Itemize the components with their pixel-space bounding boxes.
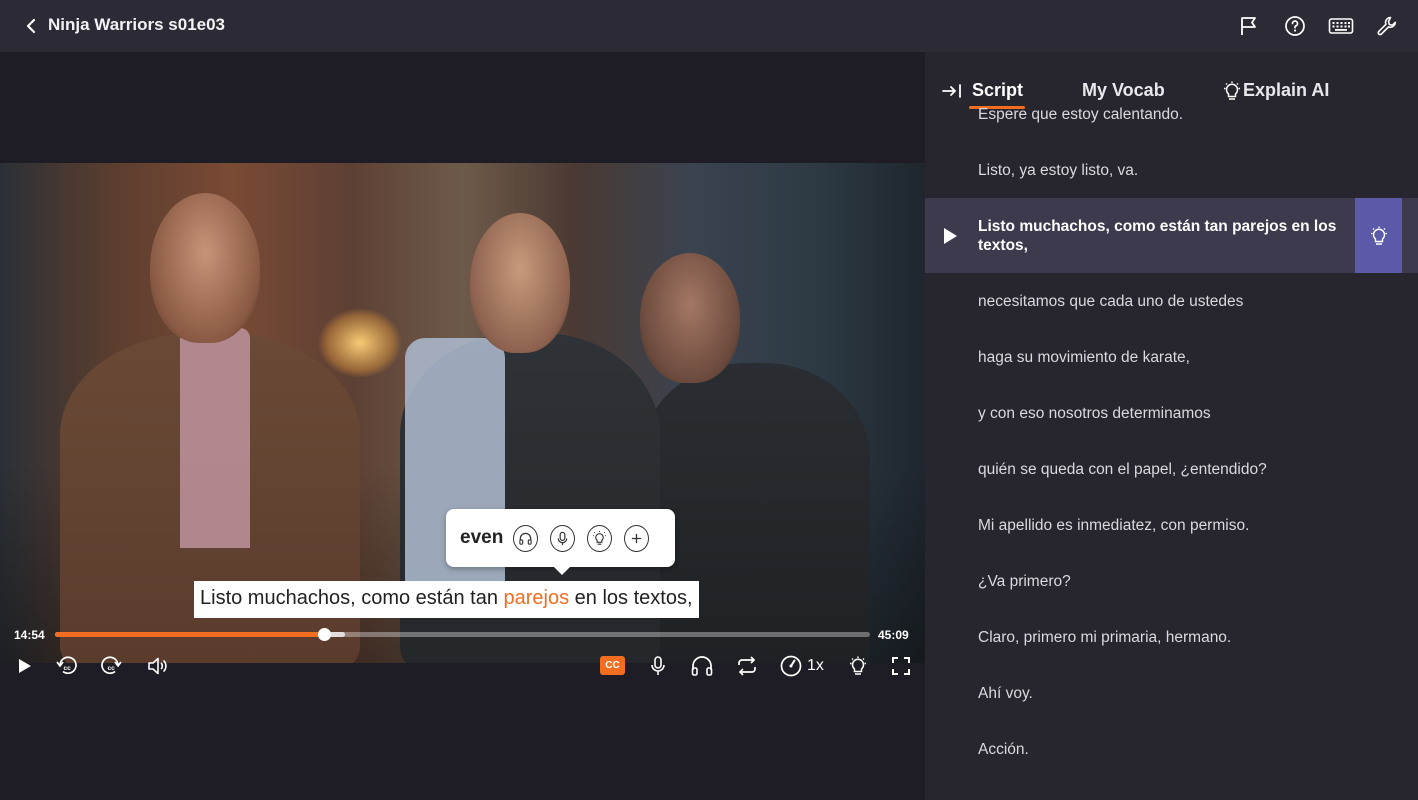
word-popup: even <box>446 509 675 575</box>
tab-my-vocab[interactable]: My Vocab <box>1082 80 1165 101</box>
svg-text:cc: cc <box>108 665 116 672</box>
forward-cc-icon[interactable]: cc <box>98 653 124 679</box>
top-bar: Ninja Warriors s01e03 <box>0 0 1418 52</box>
popup-word: even <box>460 527 504 548</box>
tab-script[interactable]: Script <box>972 80 1023 101</box>
back-arrow-icon[interactable] <box>22 16 42 36</box>
head-center <box>470 213 570 353</box>
progress-fill <box>55 632 324 637</box>
wrench-icon[interactable] <box>1374 13 1400 39</box>
script-line[interactable]: Espere que estoy calentando. <box>925 106 1418 126</box>
top-toolbar <box>1236 13 1400 39</box>
script-line-active[interactable]: Listo muchachos, como están tan parejos … <box>925 198 1418 273</box>
subtitle-bar[interactable]: Listo muchachos, como están tan parejos … <box>194 581 699 618</box>
keyboard-icon[interactable] <box>1328 13 1354 39</box>
bulb-icon[interactable] <box>845 653 871 679</box>
volume-icon[interactable] <box>145 653 171 679</box>
rewind-cc-icon[interactable]: cc <box>54 653 80 679</box>
help-icon[interactable] <box>1282 13 1308 39</box>
flag-icon[interactable] <box>1236 13 1262 39</box>
script-line[interactable]: Ahí voy. <box>925 685 1418 705</box>
shirt-left <box>180 328 250 548</box>
speed-label[interactable]: 1x <box>807 657 824 675</box>
explain-line-button[interactable] <box>1355 198 1402 273</box>
explain-ai-bulb-icon[interactable] <box>1221 80 1243 102</box>
play-icon[interactable] <box>11 653 37 679</box>
loop-icon[interactable] <box>734 653 760 679</box>
svg-text:cc: cc <box>64 665 72 672</box>
script-line[interactable]: haga su movimiento de karate, <box>925 349 1418 369</box>
script-line[interactable]: ¿Va primero? <box>925 573 1418 593</box>
current-time: 14:54 <box>14 628 45 642</box>
head-left <box>150 193 260 343</box>
script-line[interactable]: Listo, ya estoy listo, va. <box>925 162 1418 182</box>
script-line-active-text[interactable]: Listo muchachos, como están tan parejos … <box>978 218 1336 254</box>
subtitle-text-before[interactable]: Listo muchachos, como están tan <box>200 587 504 609</box>
headphones-icon[interactable] <box>513 524 539 552</box>
bulb-icon <box>1370 226 1387 245</box>
camera-operator <box>640 363 870 663</box>
script-line[interactable]: y con eso nosotros determinamos <box>925 405 1418 425</box>
fullscreen-icon[interactable] <box>888 653 914 679</box>
script-line[interactable]: Mi apellido es inmediatez, con permiso. <box>925 517 1418 537</box>
subtitle-text-after[interactable]: en los textos, <box>569 587 693 609</box>
play-line-icon[interactable] <box>941 226 959 246</box>
plus-icon[interactable] <box>624 524 649 552</box>
episode-title: Ninja Warriors s01e03 <box>48 15 226 34</box>
progress-bar[interactable] <box>55 628 870 641</box>
progress-thumb[interactable] <box>317 628 331 641</box>
duration: 45:09 <box>878 628 909 642</box>
cc-toggle[interactable]: CC <box>600 656 625 675</box>
headphones-icon[interactable] <box>689 653 715 679</box>
collapse-panel-icon[interactable] <box>941 82 963 100</box>
script-line[interactable]: necesitamos que cada uno de ustedes <box>925 293 1418 313</box>
head-right <box>640 253 740 383</box>
speed-gauge-icon[interactable] <box>778 653 804 679</box>
script-sidebar: Script My Vocab Explain AI Espere que es… <box>925 52 1418 800</box>
tab-explain-ai[interactable]: Explain AI <box>1243 80 1329 101</box>
microphone-icon[interactable] <box>645 653 671 679</box>
script-line[interactable]: Acción. <box>925 741 1418 761</box>
script-line[interactable]: quién se queda con el papel, ¿entendido? <box>925 461 1418 481</box>
sidebar-tabs: Script My Vocab Explain AI <box>925 52 1418 114</box>
subtitle-highlighted-word[interactable]: parejos <box>504 587 570 609</box>
video-player[interactable] <box>0 52 925 800</box>
script-line[interactable]: Claro, primero mi primaria, hermano. <box>925 629 1418 649</box>
microphone-icon[interactable] <box>550 524 576 552</box>
bulb-icon[interactable] <box>587 524 613 552</box>
